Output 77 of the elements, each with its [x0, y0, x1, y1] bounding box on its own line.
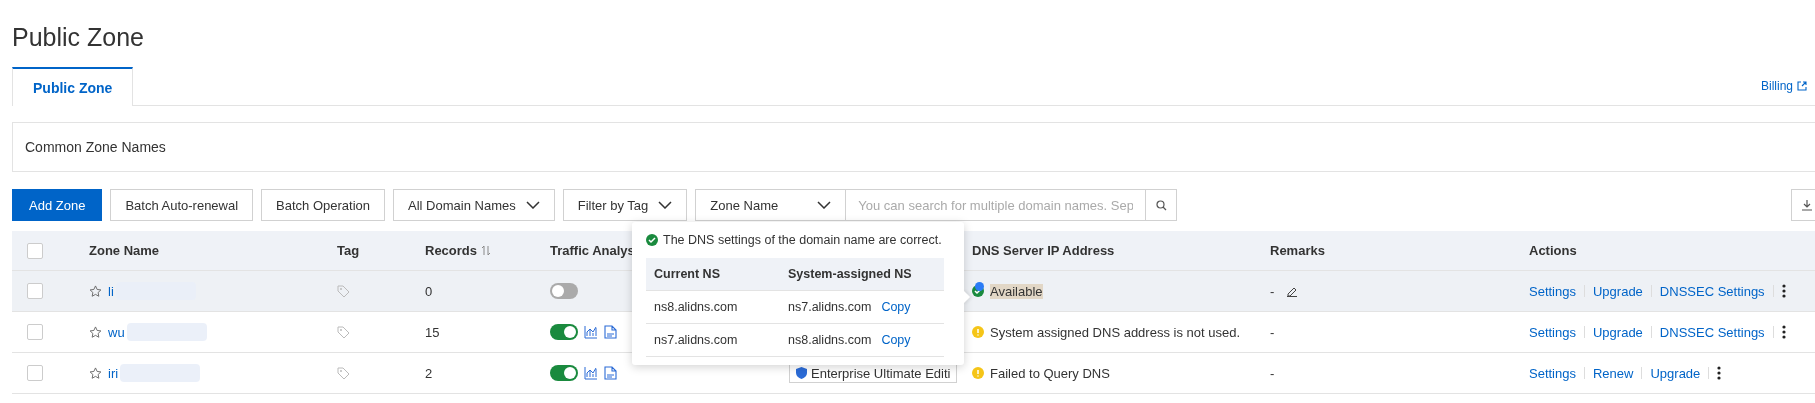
billing-link[interactable]: Billing [1761, 79, 1807, 93]
column-header: Tag [325, 231, 413, 271]
star-icon[interactable] [89, 284, 102, 298]
dns-status-text: Available [990, 283, 1043, 299]
check-circle-icon [646, 234, 658, 246]
dns-status-text: Failed to Query DNS [990, 365, 1110, 381]
zone-name-link[interactable]: li [108, 283, 114, 299]
more-icon[interactable] [1781, 284, 1786, 298]
toolbar-button[interactable]: Batch Operation [261, 189, 386, 221]
current-ns: ns7.alidns.com [654, 333, 738, 347]
column-header: Current NS [646, 258, 780, 291]
sort-icon[interactable] [481, 245, 492, 256]
copy-link[interactable]: Copy [881, 300, 911, 314]
action-link[interactable]: Upgrade [1593, 324, 1643, 340]
action-link[interactable]: Settings [1529, 283, 1576, 299]
column-header: Records [413, 231, 538, 271]
assigned-ns: ns7.alidns.com [788, 300, 872, 314]
column-header: Actions [1517, 231, 1815, 271]
panel-title: Common Zone Names [25, 139, 166, 155]
search-button[interactable] [1146, 189, 1178, 221]
action-link[interactable]: DNSSEC Settings [1659, 324, 1765, 340]
copy-link[interactable]: Copy [881, 333, 911, 347]
star-icon[interactable] [89, 325, 102, 339]
more-icon[interactable] [1781, 325, 1786, 339]
chart-icon[interactable] [584, 325, 598, 339]
remarks-text: - [1270, 324, 1275, 340]
zone-name-link[interactable]: iri [108, 365, 119, 381]
records-count: 2 [425, 365, 433, 381]
action-link[interactable]: DNSSEC Settings [1659, 283, 1765, 299]
download-button[interactable] [1791, 189, 1815, 221]
column-header: System-assigned NS [780, 258, 944, 291]
checkbox[interactable] [27, 283, 43, 299]
filter-dropdown[interactable]: All Domain Names [393, 189, 555, 221]
assigned-ns: ns8.alidns.com [788, 333, 872, 347]
search-icon [1155, 199, 1167, 211]
checkbox[interactable] [27, 242, 43, 259]
more-icon[interactable] [1717, 366, 1722, 380]
warning-icon [972, 367, 984, 379]
toggle-switch[interactable] [550, 283, 578, 299]
edit-icon[interactable] [1286, 285, 1299, 297]
chevron-down-icon [658, 201, 673, 209]
toggle-switch[interactable] [550, 365, 578, 381]
chevron-down-icon [817, 201, 832, 209]
remarks-text: - [1270, 283, 1275, 299]
add-zone-button[interactable]: Add Zone [12, 189, 103, 221]
search-type-dropdown[interactable]: Zone Name [695, 189, 847, 221]
checkbox[interactable] [27, 365, 43, 381]
star-icon[interactable] [89, 366, 102, 380]
toggle-switch[interactable] [550, 324, 578, 340]
chevron-down-icon [525, 201, 540, 209]
log-file-icon[interactable] [604, 366, 617, 380]
page-title: Public Zone [11, 22, 146, 53]
action-link[interactable]: Upgrade [1593, 283, 1643, 299]
dns-status-text: System assigned DNS address is not used. [990, 324, 1240, 340]
remarks-text: - [1270, 365, 1275, 381]
checkbox[interactable] [27, 324, 43, 340]
warning-icon [972, 326, 984, 338]
zone-name-link[interactable]: wu [108, 324, 125, 340]
tab[interactable]: Public Zone [12, 67, 134, 106]
toolbar-button[interactable]: Batch Auto-renewal [110, 189, 254, 221]
chart-icon[interactable] [584, 366, 598, 380]
action-link[interactable]: Settings [1529, 365, 1576, 381]
column-header: Remarks [1258, 231, 1517, 271]
external-link-icon [1797, 81, 1807, 91]
action-link[interactable]: Renew [1593, 365, 1634, 381]
download-icon [1801, 199, 1813, 211]
cursor-dot [975, 282, 984, 291]
action-link[interactable]: Upgrade [1650, 365, 1701, 381]
search-field[interactable]: You can search for multiple domain names. Sep [846, 189, 1147, 221]
current-ns: ns8.alidns.com [654, 300, 738, 314]
records-count: 0 [425, 283, 433, 299]
shield-icon [796, 367, 807, 379]
action-link[interactable]: Settings [1529, 324, 1576, 340]
log-file-icon[interactable] [604, 325, 617, 339]
filter-dropdown[interactable]: Filter by Tag [562, 189, 688, 221]
records-count: 15 [425, 324, 440, 340]
column-header: Zone Name [77, 231, 325, 271]
